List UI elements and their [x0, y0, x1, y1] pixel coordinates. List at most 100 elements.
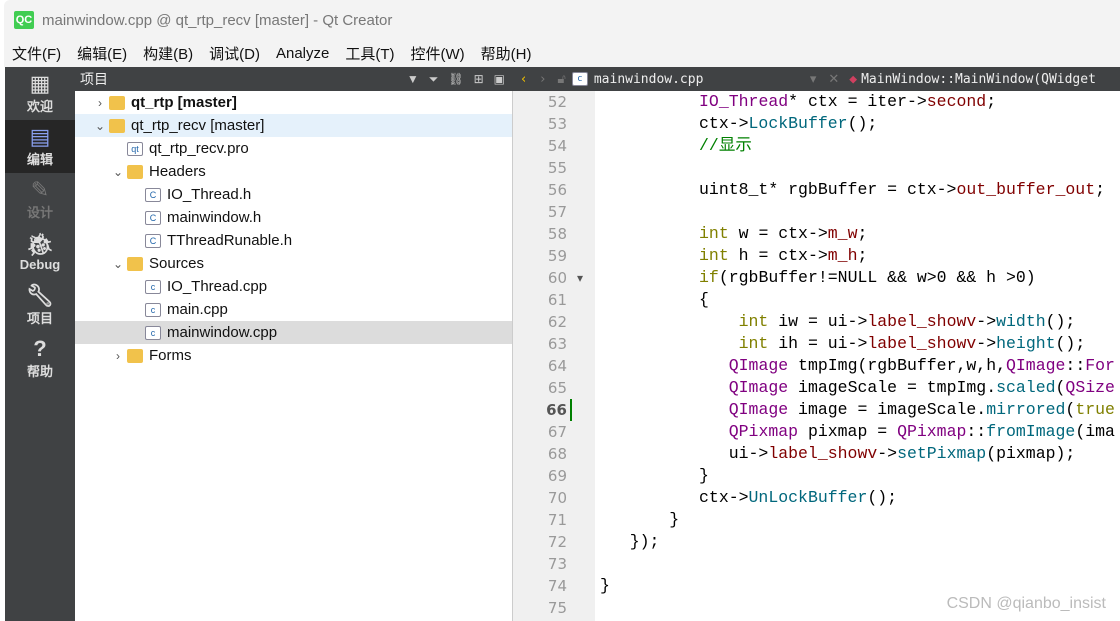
- pencil-icon: ✎: [30, 177, 50, 202]
- code-line: QImage image = imageScale.mirrored(true: [600, 399, 1115, 421]
- code-token: m_w: [827, 224, 858, 243]
- code-token: ->: [976, 334, 997, 353]
- menu-item[interactable]: 工具(T): [337, 43, 402, 64]
- code-line: ctx->LockBuffer();: [600, 113, 877, 135]
- mode-bar: ▦ 欢迎 ▤ 编辑 ✎ 设计 🐞︎ Debug 🔧︎ 项目? 帮助: [5, 67, 75, 621]
- tree-item[interactable]: c main.cpp: [75, 298, 512, 321]
- project-tree: › qt_rtp [master] ⌄ qt_rtp_recv [master] qt q…: [75, 91, 513, 621]
- mode-4[interactable]: 🔧︎ 项目: [5, 279, 75, 332]
- tree-item[interactable]: › qt_rtp [master]: [75, 91, 512, 114]
- mode-2[interactable]: ✎ 设计: [5, 173, 75, 226]
- code-token: label_showv: [768, 444, 878, 463]
- tree-item[interactable]: ⌄ qt_rtp_recv [master]: [75, 114, 512, 137]
- filter-icon[interactable]: ⏷: [429, 72, 439, 87]
- code-token: ctx->: [600, 488, 749, 507]
- dropdown-icon[interactable]: ▾: [804, 72, 823, 87]
- menu-item[interactable]: 帮助(H): [473, 43, 540, 64]
- code-token: height: [996, 334, 1056, 353]
- code-token: (rgbBuffer!=NULL && w>0 && h >0): [718, 268, 1036, 287]
- split-icon[interactable]: ⊞: [474, 72, 484, 87]
- line-number: 71: [547, 511, 567, 529]
- code-token: }: [600, 466, 709, 485]
- code-line: int h = ctx->m_h;: [600, 245, 867, 267]
- code-line: }: [600, 575, 610, 597]
- code-token: out_buffer_out: [956, 180, 1096, 199]
- open-file-selector[interactable]: mainwindow.cpp: [594, 72, 804, 87]
- menu-item[interactable]: Analyze: [268, 45, 337, 62]
- link-icon[interactable]: ⛓: [448, 72, 463, 87]
- symbol-selector[interactable]: MainWindow::MainWindow(QWidget: [861, 72, 1096, 87]
- tree-item[interactable]: ⌄ Sources: [75, 252, 512, 275]
- tree-item-label: TThreadRunable.h: [167, 232, 293, 249]
- menu-item[interactable]: 调试(D): [201, 43, 268, 64]
- tree-item[interactable]: c mainwindow.cpp: [75, 321, 512, 344]
- mode-5[interactable]: ? 帮助: [5, 332, 75, 385]
- line-number: 62: [547, 313, 567, 331]
- tree-item[interactable]: qt qt_rtp_recv.pro: [75, 137, 512, 160]
- code-token: QPixmap: [897, 422, 967, 441]
- close-file-icon[interactable]: ✕: [822, 72, 845, 87]
- dropdown-icon[interactable]: ▼: [407, 72, 419, 87]
- expand-arrow-icon[interactable]: ›: [91, 96, 109, 110]
- mode-label: 欢迎: [26, 99, 53, 114]
- code-token: m_h: [827, 246, 858, 265]
- menu-item[interactable]: 构建(B): [135, 43, 201, 64]
- expand-arrow-icon[interactable]: ›: [109, 349, 127, 363]
- code-token: IO_Thread: [699, 92, 789, 111]
- code-token: ();: [867, 488, 898, 507]
- file-icon: qt: [127, 141, 143, 156]
- menu-item[interactable]: 编辑(E): [69, 43, 135, 64]
- code-line: int iw = ui->label_showv->width();: [600, 311, 1076, 333]
- line-number: 60: [547, 269, 567, 287]
- qt-creator-logo: QC: [14, 11, 34, 29]
- line-number: 73: [547, 555, 567, 573]
- code-token: }: [600, 576, 610, 595]
- wrench-icon: 🔧︎: [26, 283, 54, 308]
- menu-item[interactable]: 文件(F): [4, 43, 69, 64]
- folder-icon: [127, 256, 143, 271]
- line-number: 70: [547, 489, 567, 507]
- code-line: QPixmap pixmap = QPixmap::fromImage(ima: [600, 421, 1115, 443]
- code-editor[interactable]: IO_Thread* ctx = iter->second; ctx->Lock…: [595, 91, 1120, 621]
- expand-arrow-icon[interactable]: ⌄: [91, 119, 109, 133]
- file-icon: C: [145, 187, 161, 202]
- menu-item[interactable]: 控件(W): [403, 43, 473, 64]
- mode-label: Debug: [19, 257, 61, 272]
- code-token: QImage: [728, 356, 789, 375]
- tree-item-label: mainwindow.h: [167, 209, 262, 226]
- mode-0[interactable]: ▦ 欢迎: [5, 67, 75, 120]
- cpp-file-icon: c: [571, 72, 588, 86]
- expand-arrow-icon[interactable]: ⌄: [109, 165, 127, 179]
- tree-item[interactable]: c IO_Thread.cpp: [75, 275, 512, 298]
- mode-3[interactable]: 🐞︎ Debug: [5, 226, 75, 279]
- tree-item[interactable]: C IO_Thread.h: [75, 183, 512, 206]
- lock-icon: 🔓︎: [557, 71, 566, 87]
- close-panel-icon[interactable]: ▣: [494, 72, 505, 87]
- line-number: 56: [547, 181, 567, 199]
- line-number: 58: [547, 225, 567, 243]
- bug-icon: 🐞︎: [26, 232, 54, 257]
- fold-arrow-icon[interactable]: ▾: [577, 267, 583, 289]
- file-icon: C: [145, 233, 161, 248]
- code-line: });: [600, 531, 660, 553]
- forward-icon[interactable]: ›: [534, 72, 551, 87]
- tree-item[interactable]: › Forms: [75, 344, 512, 367]
- folder-icon: [127, 164, 143, 179]
- tree-item-label: IO_Thread.cpp: [167, 278, 268, 295]
- code-token: fromImage: [986, 422, 1076, 441]
- expand-arrow-icon[interactable]: ⌄: [109, 257, 127, 271]
- code-token: image = imageScale.: [788, 400, 987, 419]
- tree-item-label: qt_rtp [master]: [131, 94, 237, 111]
- code-token: ->: [976, 312, 997, 331]
- mode-1[interactable]: ▤ 编辑: [5, 120, 75, 173]
- code-token: ->: [877, 444, 898, 463]
- line-number: 72: [547, 533, 567, 551]
- code-token: int: [699, 224, 729, 243]
- tree-item[interactable]: Cmainwindow.h: [75, 206, 512, 229]
- back-icon[interactable]: ‹: [513, 72, 534, 87]
- tree-item-label: qt_rtp_recv.pro: [149, 140, 249, 157]
- tree-item[interactable]: ⌄ Headers: [75, 160, 512, 183]
- tree-item[interactable]: C TThreadRunable.h: [75, 229, 512, 252]
